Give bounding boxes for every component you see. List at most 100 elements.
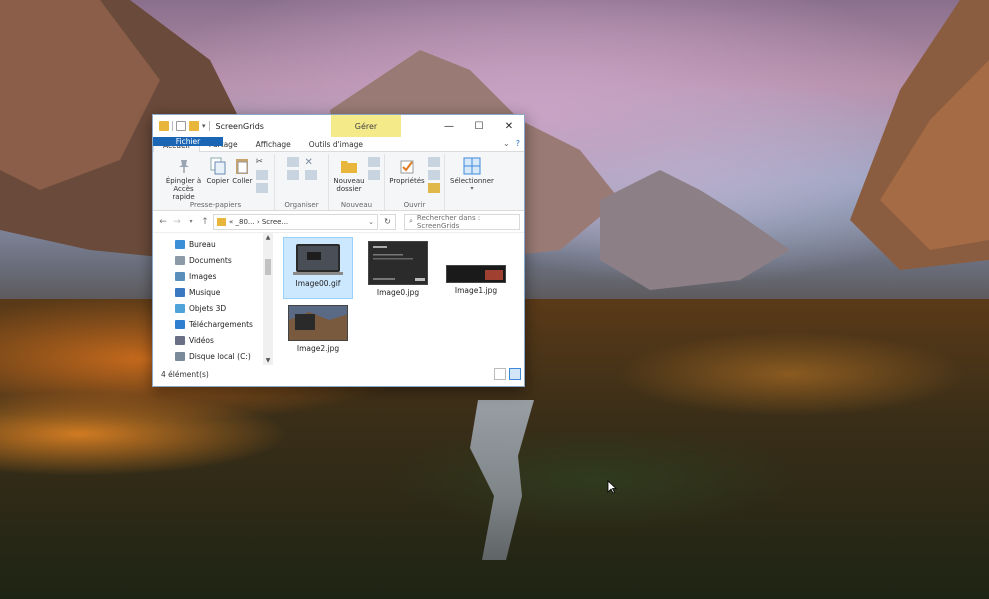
sidebar-item-label: Vidéos: [189, 335, 214, 345]
rename-icon[interactable]: [304, 170, 317, 180]
pin-icon: [175, 157, 193, 175]
sidebar-item-3d-objects[interactable]: Objets 3D: [153, 300, 273, 316]
file-item[interactable]: Image1.jpg: [441, 237, 511, 295]
group-organize: ✕ Organiser: [275, 154, 329, 210]
scrollbar-thumb[interactable]: [265, 259, 271, 275]
quick-access-toolbar: ▾: [153, 121, 210, 131]
file-name: Image0.jpg: [376, 288, 420, 297]
sidebar-item-label: Musique: [189, 287, 221, 297]
copy-path-icon[interactable]: [255, 170, 268, 180]
new-item-tools: [368, 154, 380, 180]
sidebar-item-desktop[interactable]: Bureau: [153, 236, 273, 252]
select-label: Sélectionner: [450, 177, 494, 185]
close-button[interactable]: ✕: [494, 115, 524, 137]
jpg-thumbnail: [446, 265, 506, 283]
help-icon[interactable]: ?: [516, 139, 520, 148]
up-button[interactable]: ↑: [199, 217, 211, 227]
view-switcher: [494, 368, 521, 380]
new-folder-icon[interactable]: [189, 121, 199, 131]
file-name: Image00.gif: [295, 279, 341, 288]
delete-icon[interactable]: ✕: [305, 157, 317, 168]
sidebar-item-music[interactable]: Musique: [153, 284, 273, 300]
sidebar-item-documents[interactable]: Documents: [153, 252, 273, 268]
chevron-down-icon[interactable]: ▾: [202, 122, 206, 130]
music-icon: [175, 287, 185, 297]
sidebar-item-videos[interactable]: Vidéos: [153, 332, 273, 348]
details-view-icon[interactable]: [494, 368, 506, 380]
tab-file[interactable]: Fichier: [153, 137, 223, 146]
ribbon-tabs: Fichier Accueil Partage Affichage Outils…: [153, 137, 524, 152]
recent-locations-icon[interactable]: ▾: [185, 218, 197, 225]
window-title: ScreenGrids: [215, 121, 264, 131]
file-item[interactable]: Image0.jpg: [363, 237, 433, 297]
sidebar-item-local-disk[interactable]: Disque local (C:): [153, 348, 273, 364]
chevron-down-icon[interactable]: ⌄: [368, 218, 374, 226]
3d-objects-icon: [175, 303, 185, 313]
open-icon[interactable]: [427, 157, 440, 167]
downloads-icon: [175, 319, 185, 329]
status-bar: 4 élément(s): [153, 365, 524, 383]
sidebar-scrollbar[interactable]: ▲ ▼: [263, 233, 273, 365]
copy-button[interactable]: Copier: [206, 154, 230, 185]
file-list[interactable]: Image00.gif Image0.jpg Image1.jpg Image2…: [273, 233, 524, 365]
properties-icon: [398, 157, 416, 175]
history-icon[interactable]: [427, 183, 440, 193]
group-label-clipboard: Presse-papiers: [189, 201, 242, 209]
pin-quick-access-button[interactable]: Épingler à Accès rapide: [164, 154, 204, 201]
file-item[interactable]: Image2.jpg: [283, 301, 353, 353]
forward-button[interactable]: →: [171, 217, 183, 227]
easy-access-icon[interactable]: [368, 170, 380, 180]
edit-icon[interactable]: [427, 170, 440, 180]
scroll-down-icon[interactable]: ▼: [263, 357, 273, 364]
select-button[interactable]: Sélectionner ▾: [450, 154, 494, 193]
folder-icon: [217, 217, 226, 226]
search-input[interactable]: ⌕ Rechercher dans : ScreenGrids: [404, 213, 520, 230]
pictures-icon: [175, 271, 185, 281]
cut-icon[interactable]: ✂: [256, 157, 268, 167]
sidebar-item-downloads[interactable]: Téléchargements: [153, 316, 273, 332]
move-copy-tools: [286, 154, 299, 180]
large-icons-view-icon[interactable]: [509, 368, 521, 380]
paste-button[interactable]: Coller: [232, 154, 253, 185]
maximize-button[interactable]: ☐: [464, 115, 494, 137]
sidebar-item-label: Disque local (C:): [189, 351, 251, 361]
title-bar[interactable]: ▾ ScreenGrids Gérer — ☐ ✕: [153, 115, 524, 137]
sidebar-item-label: Téléchargements: [189, 319, 253, 329]
copy-label: Copier: [206, 177, 230, 185]
properties-button[interactable]: Propriétés: [389, 154, 425, 185]
group-open: Propriétés Ouvrir: [385, 154, 445, 210]
group-label-organize: Organiser: [284, 201, 319, 209]
address-input[interactable]: « _80... › Scree... ⌄: [213, 213, 378, 230]
sidebar-item-label: Images: [189, 271, 217, 281]
refresh-button[interactable]: ↻: [380, 213, 396, 230]
chevron-down-icon: ▾: [470, 185, 474, 192]
paste-shortcut-icon[interactable]: [255, 183, 268, 193]
sidebar-item-label: Objets 3D: [189, 303, 227, 313]
jpg-thumbnail: [288, 305, 348, 341]
separator: [208, 121, 210, 131]
explorer-body: Bureau Documents Images Musique Objets 3…: [153, 233, 524, 365]
navigation-pane[interactable]: Bureau Documents Images Musique Objets 3…: [153, 233, 273, 365]
scroll-up-icon[interactable]: ▲: [263, 234, 273, 241]
chevron-down-icon[interactable]: ⌄: [503, 139, 510, 148]
properties-icon[interactable]: [176, 121, 186, 131]
folder-icon: [159, 121, 169, 131]
copy-to-icon[interactable]: [286, 170, 299, 180]
documents-icon: [175, 255, 185, 265]
copy-icon: [209, 157, 227, 175]
move-to-icon[interactable]: [286, 157, 299, 167]
tab-view[interactable]: Affichage: [247, 137, 300, 151]
tab-picture-tools[interactable]: Outils d'image: [300, 137, 372, 151]
new-item-icon[interactable]: [368, 157, 380, 167]
address-path: « _80... › Scree...: [229, 217, 289, 226]
contextual-tab-manage[interactable]: Gérer: [331, 115, 401, 137]
pin-label: Épingler à Accès rapide: [165, 177, 202, 201]
minimize-button[interactable]: —: [434, 115, 464, 137]
new-folder-button[interactable]: Nouveau dossier: [333, 154, 365, 193]
file-explorer-window[interactable]: ▾ ScreenGrids Gérer — ☐ ✕ Fichier Accuei…: [152, 114, 525, 387]
window-controls: — ☐ ✕: [434, 115, 524, 137]
open-tools: [427, 154, 440, 193]
back-button[interactable]: ←: [157, 217, 169, 227]
sidebar-item-pictures[interactable]: Images: [153, 268, 273, 284]
file-item[interactable]: Image00.gif: [283, 237, 353, 299]
